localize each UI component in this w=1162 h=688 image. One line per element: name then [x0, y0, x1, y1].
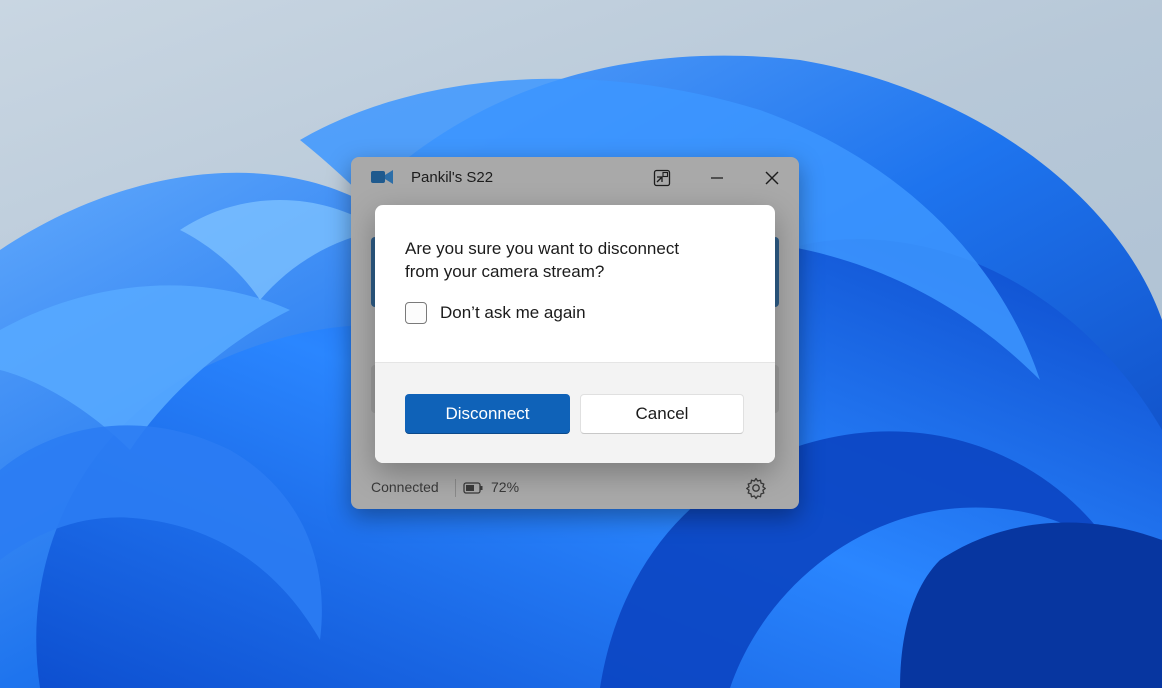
- close-icon: [765, 171, 779, 185]
- dont-ask-again-label[interactable]: Don’t ask me again: [440, 303, 586, 323]
- battery-icon: [463, 482, 483, 494]
- dont-ask-again-row[interactable]: Don’t ask me again: [405, 300, 586, 326]
- dont-ask-again-checkbox[interactable]: [405, 302, 427, 324]
- status-divider: [455, 479, 456, 497]
- minimize-icon: [711, 177, 723, 179]
- close-button[interactable]: [754, 163, 790, 193]
- title-bar[interactable]: Pankil's S22: [351, 157, 799, 199]
- window-title: Pankil's S22: [411, 169, 494, 186]
- disconnect-confirmation-dialog: Are you sure you want to disconnect from…: [375, 205, 775, 463]
- picture-in-picture-icon: [653, 169, 671, 187]
- minimize-button[interactable]: [699, 163, 735, 193]
- picture-in-picture-button[interactable]: [644, 163, 680, 193]
- gear-icon[interactable]: [744, 476, 768, 500]
- battery-level: 72%: [491, 479, 520, 495]
- connection-status: Connected: [371, 479, 439, 495]
- status-bar: Connected 72%: [351, 468, 799, 509]
- dialog-message: Are you sure you want to disconnect from…: [405, 237, 745, 283]
- dialog-footer: Disconnect Cancel: [375, 362, 775, 463]
- cancel-button[interactable]: Cancel: [580, 394, 744, 434]
- dialog-message-line: Are you sure you want to disconnect: [405, 239, 680, 258]
- disconnect-button[interactable]: Disconnect: [405, 394, 570, 434]
- dialog-message-line: from your camera stream?: [405, 262, 605, 281]
- desktop: Pankil's S22 Connected 72% Are you sure …: [0, 0, 1162, 688]
- video-camera-icon: [371, 170, 393, 184]
